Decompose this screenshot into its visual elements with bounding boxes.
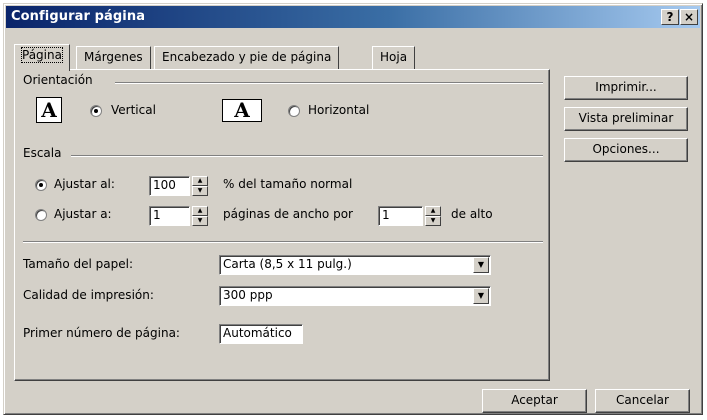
tab-label: Hoja bbox=[380, 50, 408, 64]
vertical-label: Vertical bbox=[111, 103, 156, 117]
fit-to-label: Ajustar al: bbox=[54, 177, 115, 191]
print-quality-select[interactable]: 300 ppp ▼ bbox=[219, 286, 491, 306]
orientation-section-label: Orientación bbox=[23, 73, 93, 87]
pages-wide-spinner[interactable]: ▲ ▼ bbox=[192, 206, 208, 226]
scale-percent-spinner[interactable]: ▲ ▼ bbox=[192, 176, 208, 196]
scale-section-label: Escala bbox=[23, 146, 62, 160]
spin-up-icon[interactable]: ▲ bbox=[192, 176, 208, 186]
print-quality-label: Calidad de impresión: bbox=[23, 288, 154, 302]
chevron-down-icon[interactable]: ▼ bbox=[473, 288, 489, 304]
pages-tall-input[interactable]: 1 bbox=[378, 206, 423, 226]
page-setup-dialog: Configurar página ? × Página Márgenes En… bbox=[3, 3, 703, 415]
scale-bottom-divider bbox=[23, 241, 543, 243]
close-button[interactable]: × bbox=[680, 9, 698, 25]
tab-pagina[interactable]: Página bbox=[14, 44, 70, 71]
paper-size-select[interactable]: Carta (8,5 x 11 pulg.) ▼ bbox=[219, 255, 491, 275]
paper-size-label: Tamaño del papel: bbox=[23, 257, 133, 271]
help-button[interactable]: ? bbox=[661, 9, 679, 25]
fit-to-suffix: % del tamaño normal bbox=[223, 177, 353, 191]
tab-hoja[interactable]: Hoja bbox=[372, 46, 416, 69]
ok-button[interactable]: Aceptar bbox=[482, 389, 587, 413]
print-button[interactable]: Imprimir... bbox=[564, 76, 688, 100]
tab-label: Márgenes bbox=[84, 50, 143, 64]
scale-percent-input[interactable]: 100 bbox=[149, 176, 190, 196]
tab-margenes[interactable]: Márgenes bbox=[76, 46, 151, 69]
first-page-number-input[interactable]: Automático bbox=[219, 324, 303, 344]
portrait-page-icon: A bbox=[36, 97, 62, 123]
spin-down-icon[interactable]: ▼ bbox=[192, 216, 208, 226]
pages-tall-spinner[interactable]: ▲ ▼ bbox=[425, 206, 441, 226]
landscape-page-icon: A bbox=[222, 99, 262, 122]
window-title: Configurar página bbox=[11, 9, 146, 24]
first-page-number-label: Primer número de página: bbox=[23, 326, 180, 340]
paper-size-value: Carta (8,5 x 11 pulg.) bbox=[223, 257, 352, 271]
pages-tall-suffix: de alto bbox=[451, 207, 493, 221]
title-bar[interactable]: Configurar página ? × bbox=[6, 6, 700, 28]
spin-down-icon[interactable]: ▼ bbox=[425, 216, 441, 226]
tab-encabezado[interactable]: Encabezado y pie de página bbox=[154, 46, 340, 69]
fit-pages-radio[interactable] bbox=[35, 209, 47, 221]
horizontal-label: Horizontal bbox=[308, 103, 370, 117]
cancel-button[interactable]: Cancelar bbox=[595, 389, 690, 413]
spin-up-icon[interactable]: ▲ bbox=[425, 206, 441, 216]
tab-label: Encabezado y pie de página bbox=[162, 50, 332, 64]
fit-to-radio[interactable] bbox=[35, 179, 47, 191]
spin-up-icon[interactable]: ▲ bbox=[192, 206, 208, 216]
options-button[interactable]: Opciones... bbox=[564, 138, 688, 162]
scale-divider bbox=[71, 155, 543, 157]
print-preview-button[interactable]: Vista preliminar bbox=[564, 107, 688, 131]
fit-pages-label: Ajustar a: bbox=[54, 207, 112, 221]
pages-wide-input[interactable]: 1 bbox=[149, 206, 190, 226]
horizontal-radio[interactable] bbox=[288, 105, 300, 117]
tab-panel: Orientación A Vertical A Horizontal Esca… bbox=[14, 69, 550, 381]
spin-down-icon[interactable]: ▼ bbox=[192, 186, 208, 196]
vertical-radio[interactable] bbox=[90, 105, 102, 117]
chevron-down-icon[interactable]: ▼ bbox=[473, 257, 489, 273]
print-quality-value: 300 ppp bbox=[223, 288, 273, 302]
orientation-divider bbox=[115, 82, 543, 84]
tab-label: Página bbox=[21, 47, 63, 63]
pages-wide-suffix: páginas de ancho por bbox=[223, 207, 353, 221]
